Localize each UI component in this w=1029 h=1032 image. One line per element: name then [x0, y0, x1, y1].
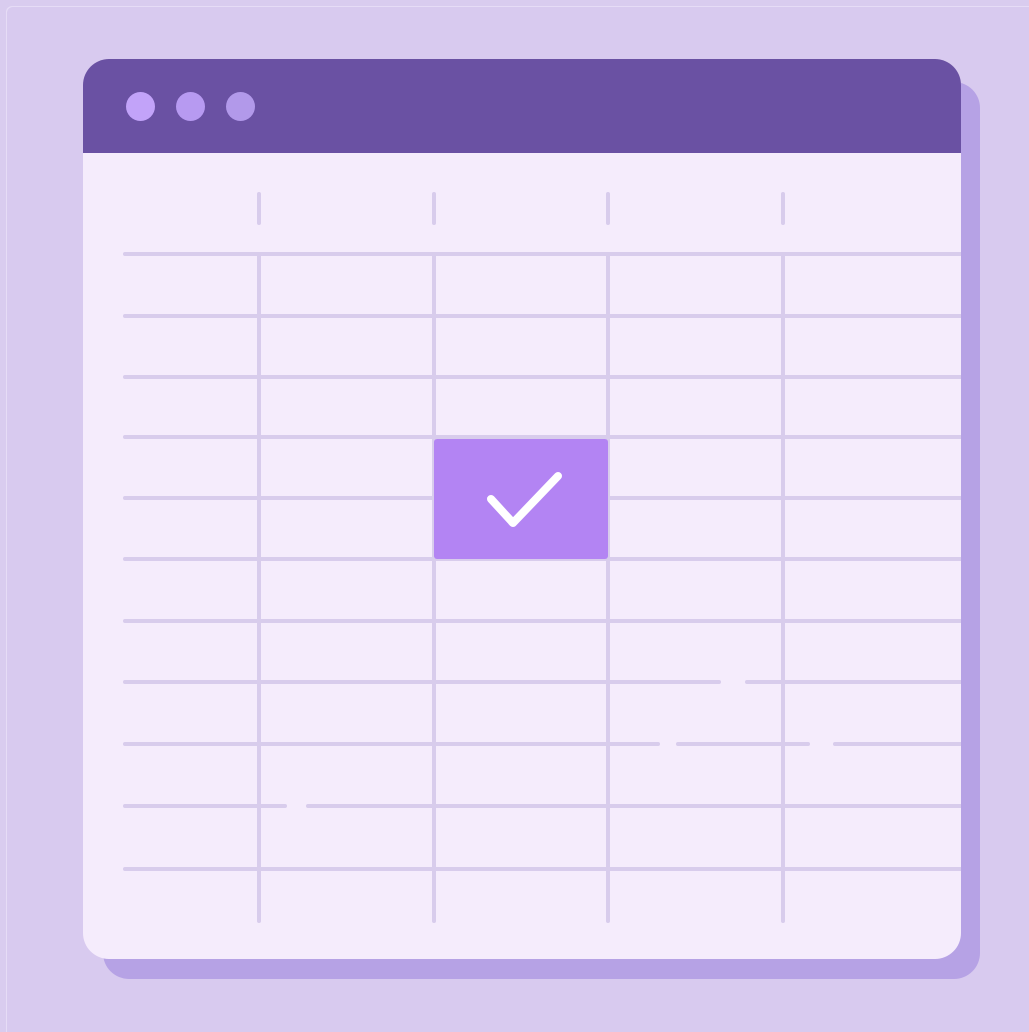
- check-icon: [487, 472, 562, 527]
- app-window: [83, 59, 961, 959]
- page-background: [0, 0, 1029, 1032]
- selected-cell[interactable]: [434, 439, 608, 559]
